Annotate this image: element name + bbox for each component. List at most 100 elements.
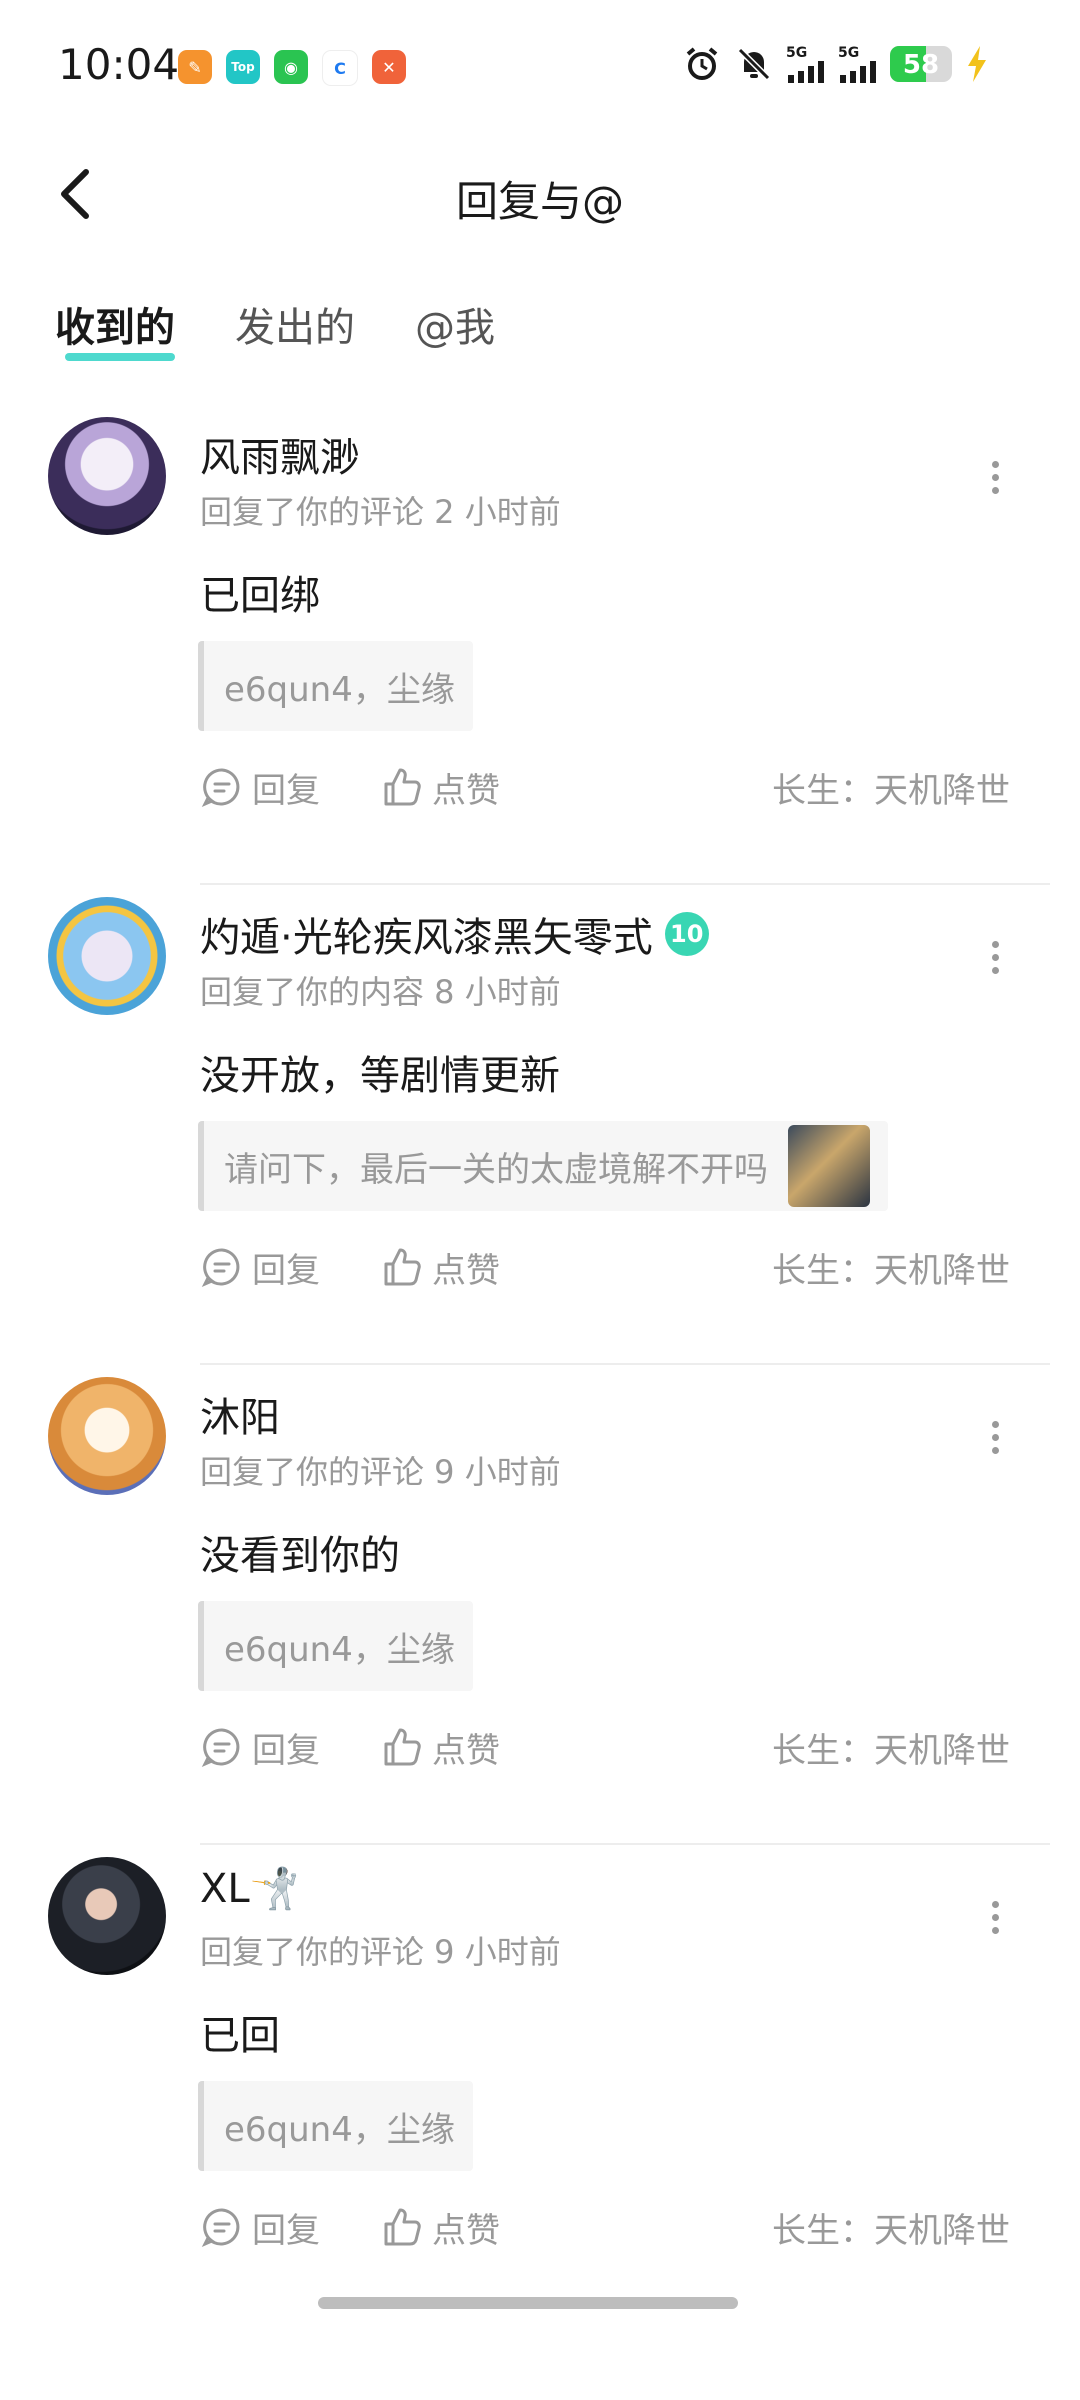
user-name[interactable]: 风雨飘渺 bbox=[200, 425, 360, 483]
like-label: 点赞 bbox=[432, 1730, 500, 1771]
avatar[interactable] bbox=[48, 1857, 166, 1975]
signal-5g-2: 5G bbox=[838, 45, 878, 83]
like-button[interactable]: 点赞 bbox=[380, 1723, 500, 1772]
name-row: XL🤺 bbox=[200, 1865, 300, 1912]
reply-item[interactable]: 灼遁·光轮疾风漆黑矢零式 10 回复了你的内容 8 小时前 没开放，等剧情更新 … bbox=[0, 885, 1080, 1365]
tab-label: 发出的 bbox=[235, 305, 355, 351]
quoted-text: e6qun4，尘缘 bbox=[224, 2109, 455, 2150]
tab-mentions[interactable]: @我 bbox=[415, 295, 495, 363]
reply-label: 回复 bbox=[252, 2210, 320, 2251]
status-bar: 10:04 ✎ Top ◉ C ✕ 5G 5G 58 bbox=[0, 0, 1080, 130]
comment-icon bbox=[201, 1248, 240, 1287]
active-tab-underline bbox=[65, 353, 175, 361]
reply-content: 已回绑 bbox=[200, 573, 320, 619]
more-options-icon[interactable] bbox=[980, 935, 1010, 995]
page-title: 回复与@ bbox=[455, 177, 624, 226]
like-button[interactable]: 点赞 bbox=[380, 763, 500, 812]
reply-content: 没看到你的 bbox=[200, 1533, 400, 1579]
user-name[interactable]: XL🤺 bbox=[200, 1865, 300, 1912]
thumbs-up-icon bbox=[384, 1248, 421, 1286]
reply-content: 已回 bbox=[200, 2013, 280, 2059]
reply-button[interactable]: 回复 bbox=[200, 1243, 320, 1292]
alarm-icon bbox=[686, 47, 718, 80]
action-row: 回复 点赞 长生：天机降世 bbox=[200, 2197, 1010, 2257]
app-icon-red: ✕ bbox=[372, 50, 406, 84]
signal-5g-1: 5G bbox=[786, 45, 826, 83]
reply-label: 回复 bbox=[252, 1730, 320, 1771]
reply-item[interactable]: 风雨飘渺 回复了你的评论 2 小时前 已回绑 e6qun4，尘缘 回复 点赞 长… bbox=[0, 405, 1080, 885]
action-row: 回复 点赞 长生：天机降世 bbox=[200, 1237, 1010, 1297]
header: 回复与@ bbox=[0, 150, 1080, 240]
tab-label: @我 bbox=[415, 305, 495, 351]
user-name[interactable]: 灼遁·光轮疾风漆黑矢零式 bbox=[200, 905, 653, 963]
name-row: 风雨飘渺 bbox=[200, 425, 360, 483]
source-game[interactable]: 长生：天机降世 bbox=[772, 763, 1010, 812]
battery-level: 58 bbox=[902, 50, 940, 80]
quoted-comment[interactable]: e6qun4，尘缘 bbox=[198, 2081, 473, 2171]
comment-icon bbox=[201, 1728, 240, 1767]
comment-icon bbox=[201, 2208, 240, 2247]
source-game[interactable]: 长生：天机降世 bbox=[772, 1243, 1010, 1292]
action-row: 回复 点赞 长生：天机降世 bbox=[200, 1717, 1010, 1777]
name-row: 灼遁·光轮疾风漆黑矢零式 10 bbox=[200, 905, 709, 963]
reply-list: 风雨飘渺 回复了你的评论 2 小时前 已回绑 e6qun4，尘缘 回复 点赞 长… bbox=[0, 405, 1080, 2325]
source-game[interactable]: 长生：天机降世 bbox=[772, 2203, 1010, 2252]
quoted-comment[interactable]: e6qun4，尘缘 bbox=[198, 1601, 473, 1691]
source-game[interactable]: 长生：天机降世 bbox=[772, 1723, 1010, 1772]
tab-sent[interactable]: 发出的 bbox=[235, 295, 355, 363]
quoted-text: e6qun4，尘缘 bbox=[224, 1629, 455, 1670]
reply-meta: 回复了你的内容 8 小时前 bbox=[200, 973, 561, 1011]
signal-bars-icon bbox=[788, 61, 824, 83]
tab-label: 收到的 bbox=[55, 305, 175, 351]
system-icons: 5G 5G 58 bbox=[682, 44, 990, 84]
quoted-comment[interactable]: e6qun4，尘缘 bbox=[198, 641, 473, 731]
like-label: 点赞 bbox=[432, 770, 500, 811]
avatar[interactable] bbox=[48, 897, 166, 1015]
like-label: 点赞 bbox=[432, 2210, 500, 2251]
app-icon-top: Top bbox=[226, 50, 260, 84]
reply-item[interactable]: XL🤺 回复了你的评论 9 小时前 已回 e6qun4，尘缘 回复 点赞 长生：… bbox=[0, 1845, 1080, 2325]
tab-bar: 收到的 发出的 @我 bbox=[55, 295, 495, 363]
action-row: 回复 点赞 长生：天机降世 bbox=[200, 757, 1010, 817]
reply-item[interactable]: 沐阳 回复了你的评论 9 小时前 没看到你的 e6qun4，尘缘 回复 点赞 长… bbox=[0, 1365, 1080, 1845]
mute-bell-icon bbox=[737, 47, 771, 81]
avatar[interactable] bbox=[48, 417, 166, 535]
reply-meta: 回复了你的评论 2 小时前 bbox=[200, 493, 561, 531]
reply-button[interactable]: 回复 bbox=[200, 2203, 320, 2252]
reply-meta: 回复了你的评论 9 小时前 bbox=[200, 1453, 561, 1491]
quoted-text: 请问下，最后一关的太虚境解不开吗 bbox=[224, 1149, 768, 1190]
clock: 10:04 bbox=[58, 40, 180, 89]
avatar[interactable] bbox=[48, 1377, 166, 1495]
more-options-icon[interactable] bbox=[980, 1415, 1010, 1475]
reply-content: 没开放，等剧情更新 bbox=[200, 1053, 560, 1099]
quoted-text: e6qun4，尘缘 bbox=[224, 669, 455, 710]
reply-label: 回复 bbox=[252, 1250, 320, 1291]
reply-button[interactable]: 回复 bbox=[200, 763, 320, 812]
app-icon-orange: ✎ bbox=[178, 50, 212, 84]
thumbs-up-icon bbox=[384, 2208, 421, 2246]
charging-bolt-icon bbox=[968, 46, 986, 82]
thumbs-up-icon bbox=[384, 768, 421, 806]
like-button[interactable]: 点赞 bbox=[380, 1243, 500, 1292]
tab-received[interactable]: 收到的 bbox=[55, 295, 175, 363]
reply-label: 回复 bbox=[252, 770, 320, 811]
like-button[interactable]: 点赞 bbox=[380, 2203, 500, 2252]
quoted-image-thumbnail bbox=[788, 1125, 870, 1207]
reply-button[interactable]: 回复 bbox=[200, 1723, 320, 1772]
quoted-content[interactable]: 请问下，最后一关的太虚境解不开吗 bbox=[198, 1121, 888, 1211]
app-icon-blue: C bbox=[322, 50, 358, 86]
user-name[interactable]: 沐阳 bbox=[200, 1385, 280, 1443]
notification-app-icons: ✎ Top ◉ C ✕ bbox=[178, 50, 406, 86]
signal-bars-icon bbox=[840, 61, 876, 83]
more-options-icon[interactable] bbox=[980, 1895, 1010, 1955]
battery-indicator: 58 bbox=[890, 46, 952, 82]
wechat-icon: ◉ bbox=[274, 50, 308, 84]
level-badge: 10 bbox=[664, 912, 709, 956]
like-label: 点赞 bbox=[432, 1250, 500, 1291]
comment-icon bbox=[201, 768, 240, 807]
reply-meta: 回复了你的评论 9 小时前 bbox=[200, 1933, 561, 1971]
thumbs-up-icon bbox=[384, 1728, 421, 1766]
home-indicator[interactable] bbox=[318, 2297, 738, 2309]
name-row: 沐阳 bbox=[200, 1385, 280, 1443]
more-options-icon[interactable] bbox=[980, 455, 1010, 515]
